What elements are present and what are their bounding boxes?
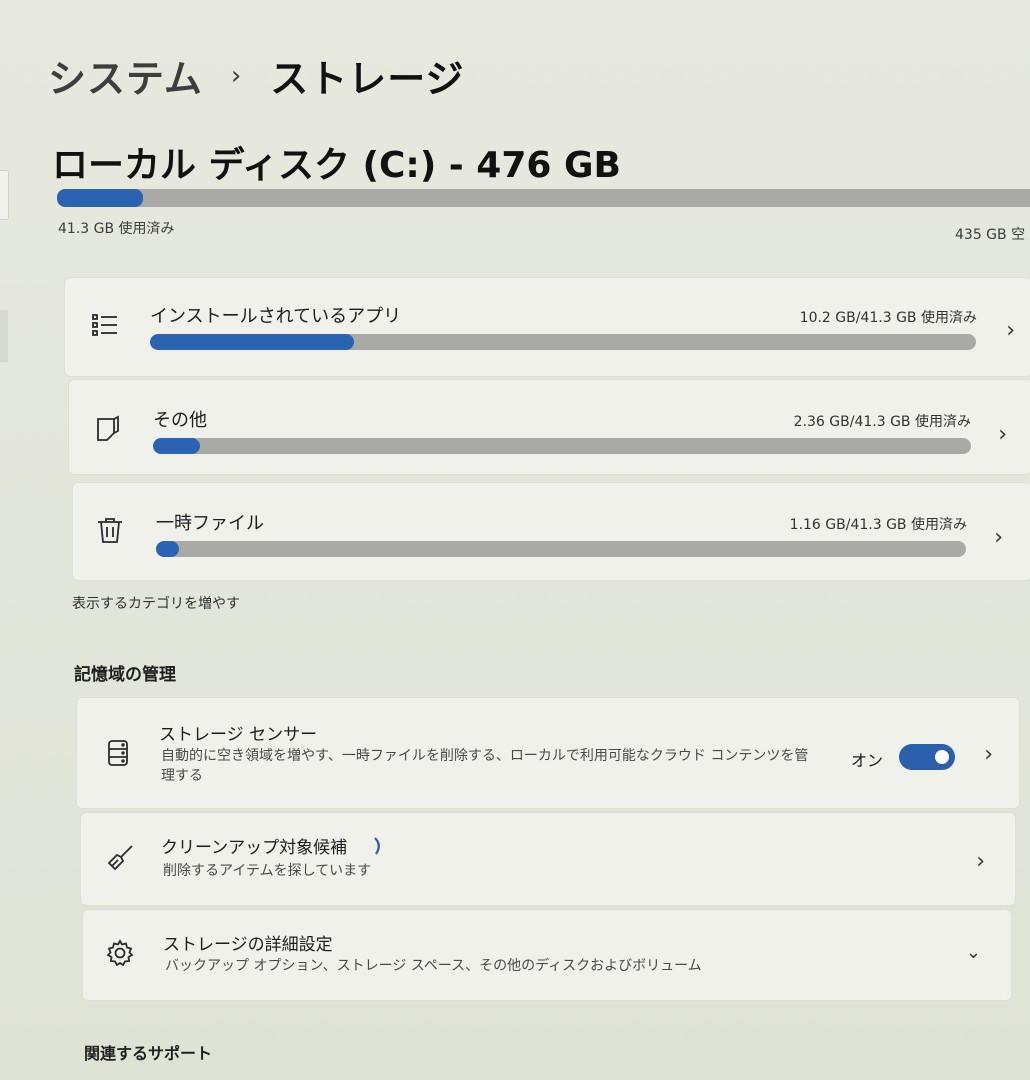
- category-usage: 10.2 GB/41.3 GB 使用済み: [799, 310, 977, 326]
- document-icon: [93, 413, 123, 443]
- category-usage-fill: [156, 541, 179, 557]
- chevron-right-icon: ›: [984, 742, 993, 767]
- chevron-right-icon: ›: [1006, 318, 1015, 343]
- breadcrumb-system[interactable]: システム: [48, 48, 203, 103]
- storage-sense-desc-line2: 理する: [161, 768, 203, 784]
- storage-sense-toggle-label: オン: [851, 751, 884, 770]
- category-usage-bar: [153, 438, 971, 454]
- chevron-down-icon: ⌄: [965, 942, 981, 963]
- cleanup-recommendations-card[interactable]: クリーンアップ対象候補 削除するアイテムを探しています ›: [80, 812, 1016, 906]
- side-panel-edge: [0, 170, 9, 220]
- disk-free-label: 435 GB 空: [955, 227, 1026, 243]
- show-more-categories-link[interactable]: 表示するカテゴリを増やす: [72, 593, 240, 613]
- storage-drive-icon: [103, 738, 133, 768]
- category-usage: 1.16 GB/41.3 GB 使用済み: [789, 517, 967, 533]
- category-title: その他: [153, 410, 207, 431]
- advanced-desc: バックアップ オプション、ストレージ スペース、その他のディスクおよびボリューム: [165, 958, 702, 974]
- category-installed-apps[interactable]: インストールされているアプリ 10.2 GB/41.3 GB 使用済み ›: [64, 277, 1030, 377]
- category-title: 一時ファイル: [156, 513, 264, 534]
- storage-sense-card[interactable]: ストレージ センサー 自動的に空き領域を増やす、一時ファイルを削除する、ローカル…: [76, 697, 1020, 809]
- category-temp-files[interactable]: 一時ファイル 1.16 GB/41.3 GB 使用済み ›: [72, 482, 1030, 581]
- cleanup-title: クリーンアップ対象候補: [161, 838, 348, 858]
- side-panel-edge-lower: [0, 310, 8, 362]
- chevron-right-icon: ›: [998, 422, 1007, 447]
- chevron-right-icon: ›: [994, 525, 1003, 550]
- advanced-storage-settings-card[interactable]: ストレージの詳細設定 バックアップ オプション、ストレージ スペース、その他のデ…: [82, 909, 1012, 1001]
- gear-icon: [105, 938, 135, 968]
- category-usage: 2.36 GB/41.3 GB 使用済み: [793, 414, 971, 430]
- loading-spinner-icon: [371, 835, 385, 857]
- storage-sense-toggle[interactable]: [899, 744, 955, 770]
- storage-sense-title: ストレージ センサー: [159, 725, 318, 745]
- storage-sense-desc-line1: 自動的に空き領域を増やす、一時ファイルを削除する、ローカルで利用可能なクラウド …: [161, 748, 809, 764]
- trash-icon: [95, 515, 125, 545]
- disk-used-label: 41.3 GB 使用済み: [58, 221, 175, 237]
- page-title: ストレージ: [270, 57, 465, 101]
- breadcrumb: システム › ストレージ: [48, 48, 465, 103]
- advanced-title: ストレージの詳細設定: [163, 935, 333, 955]
- broom-icon: [105, 843, 135, 873]
- category-usage-bar: [156, 541, 966, 557]
- toggle-knob: [935, 750, 949, 764]
- disk-usage-fill: [57, 189, 144, 207]
- disk-title: ローカル ディスク (C:) - 476 GB: [52, 145, 621, 186]
- category-other[interactable]: その他 2.36 GB/41.3 GB 使用済み ›: [68, 379, 1030, 475]
- list-icon: [90, 310, 120, 340]
- breadcrumb-separator: ›: [230, 60, 243, 91]
- chevron-right-icon: ›: [976, 849, 985, 874]
- disk-usage-bar: [57, 189, 1030, 207]
- related-support-heading: 関連するサポート: [84, 1044, 213, 1063]
- cleanup-desc: 削除するアイテムを探しています: [163, 863, 372, 879]
- category-usage-fill: [153, 438, 200, 454]
- category-usage-fill: [150, 334, 355, 350]
- storage-management-heading: 記憶域の管理: [74, 665, 176, 685]
- category-title: インストールされているアプリ: [150, 306, 402, 327]
- category-usage-bar: [150, 334, 976, 350]
